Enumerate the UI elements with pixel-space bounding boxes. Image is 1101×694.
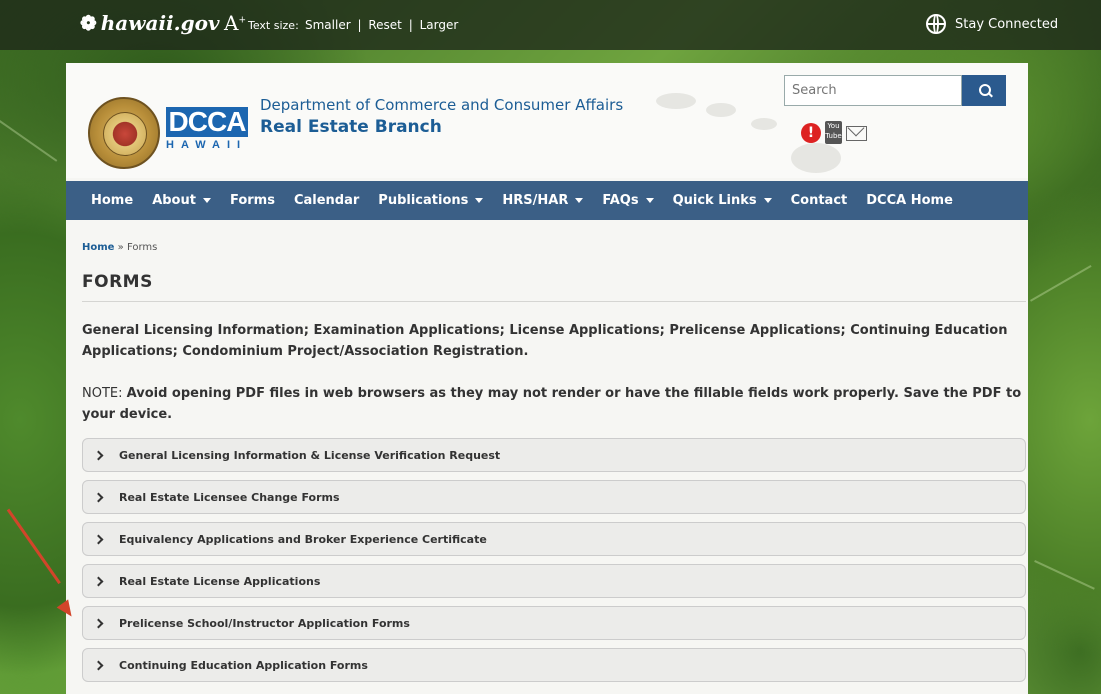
- chevron-right-icon: [93, 450, 104, 460]
- islands-map-decoration: [791, 143, 841, 173]
- leaf-vein-decoration: [1030, 265, 1092, 302]
- dcca-logo-subtext: HAWAII: [166, 139, 248, 151]
- nav-item-label: Forms: [229, 193, 275, 208]
- text-larger-link[interactable]: Larger: [420, 18, 459, 32]
- stay-connected-link[interactable]: Stay Connected: [926, 14, 1058, 34]
- hibiscus-icon: ❁: [80, 11, 97, 35]
- dcca-logo[interactable]: DCCA: [166, 107, 248, 137]
- hawaii-gov-logo[interactable]: ❁ hawaii.gov: [80, 11, 220, 35]
- forms-accordion: General Licensing Information & License …: [82, 438, 1026, 690]
- nav-item-hrs-har[interactable]: HRS/HAR: [502, 193, 584, 208]
- accordion-item-label: Prelicense School/Instructor Application…: [119, 616, 410, 630]
- chevron-right-icon: [93, 660, 104, 670]
- nav-item-contact[interactable]: Contact: [791, 193, 848, 208]
- nav-item-label: About: [152, 193, 196, 208]
- leaf-vein-decoration: [0, 120, 58, 162]
- breadcrumb-current: Forms: [126, 242, 158, 253]
- caret-down-icon: [202, 198, 211, 203]
- accordion-item-label: Real Estate License Applications: [119, 574, 321, 588]
- nav-item-label: DCCA Home: [866, 193, 953, 208]
- divider: [82, 301, 1026, 302]
- accordion-item[interactable]: Continuing Education Application Forms: [82, 648, 1026, 682]
- accordion-item[interactable]: Equivalency Applications and Broker Expe…: [82, 522, 1026, 556]
- nav-item-label: Contact: [790, 193, 848, 208]
- nav-item-calendar[interactable]: Calendar: [294, 193, 359, 208]
- islands-map-decoration: [751, 118, 777, 130]
- state-seal-logo: [88, 97, 160, 169]
- separator: |: [357, 18, 362, 32]
- youtube-icon[interactable]: You Tube: [825, 121, 842, 144]
- annotation-arrow: [6, 508, 61, 585]
- nav-item-label: Publications: [378, 193, 469, 208]
- chevron-right-icon: [93, 492, 104, 502]
- islands-map-decoration: [706, 103, 736, 117]
- separator: |: [408, 18, 413, 32]
- accordion-item-label: General Licensing Information & License …: [119, 448, 501, 462]
- nav-item-forms[interactable]: Forms: [230, 193, 275, 208]
- branch-title[interactable]: Real Estate Branch: [260, 117, 442, 137]
- accordion-item-label: Real Estate Licensee Change Forms: [119, 490, 340, 504]
- chevron-right-icon: [93, 534, 104, 544]
- islands-map-decoration: [656, 93, 696, 109]
- nav-item-label: FAQs: [602, 193, 639, 208]
- main-panel: DCCA HAWAII Department of Commerce and C…: [66, 63, 1028, 694]
- intro-text: General Licensing Information; Examinati…: [82, 323, 1008, 359]
- nav-item-quick-links[interactable]: Quick Links: [673, 193, 772, 208]
- accordion-item-label: Equivalency Applications and Broker Expe…: [119, 532, 487, 546]
- text-reset-link[interactable]: Reset: [368, 18, 402, 32]
- stay-connected-label: Stay Connected: [955, 16, 1059, 32]
- alert-icon[interactable]: !: [801, 123, 821, 143]
- nav-item-about[interactable]: About: [152, 193, 211, 208]
- caret-down-icon: [475, 198, 484, 203]
- accordion-item[interactable]: Real Estate Licensee Change Forms: [82, 480, 1026, 514]
- note-body: Avoid opening PDF files in web browsers …: [82, 386, 1022, 422]
- mail-icon[interactable]: [846, 126, 867, 141]
- text-size-label: Text size:: [248, 19, 299, 32]
- text-size-links: Smaller | Reset | Larger: [305, 18, 458, 32]
- main-nav: Home About Forms Calendar Publications HRS/HA…: [66, 181, 1028, 220]
- site-header: DCCA HAWAII Department of Commerce and C…: [66, 63, 1028, 178]
- search-input[interactable]: [784, 75, 962, 106]
- nav-item-publications[interactable]: Publications: [378, 193, 484, 208]
- nav-item-label: Quick Links: [672, 193, 757, 208]
- nav-item-faqs[interactable]: FAQs: [602, 193, 654, 208]
- breadcrumb: Home » Forms: [82, 242, 157, 253]
- text-smaller-link[interactable]: Smaller: [305, 18, 351, 32]
- chevron-right-icon: [93, 618, 104, 628]
- globe-icon: [926, 14, 946, 34]
- accordion-item-label: Continuing Education Application Forms: [119, 658, 368, 672]
- nav-item-label: Home: [91, 193, 134, 208]
- nav-item-label: HRS/HAR: [502, 193, 569, 208]
- note-prefix: NOTE:: [82, 386, 123, 401]
- accordion-item[interactable]: Real Estate License Applications: [82, 564, 1026, 598]
- accordion-item[interactable]: Prelicense School/Instructor Application…: [82, 606, 1026, 640]
- nav-item-label: Calendar: [293, 193, 360, 208]
- top-bar: ❁ hawaii.gov A+ Text size: Smaller | Rese…: [0, 0, 1101, 50]
- chevron-right-icon: [93, 576, 104, 586]
- leaf-vein-decoration: [1034, 560, 1095, 590]
- department-title[interactable]: Department of Commerce and Consumer Affa…: [260, 96, 623, 114]
- page-title: FORMS: [82, 272, 153, 292]
- breadcrumb-separator: »: [117, 242, 124, 253]
- breadcrumb-home-link[interactable]: Home: [82, 242, 114, 253]
- caret-down-icon: [645, 198, 654, 203]
- accordion-item[interactable]: General Licensing Information & License …: [82, 438, 1026, 472]
- nav-item-dcca-home[interactable]: DCCA Home: [866, 193, 953, 208]
- caret-down-icon: [575, 198, 584, 203]
- text-size-icon: A+: [224, 11, 246, 35]
- caret-down-icon: [763, 198, 772, 203]
- nav-item-home[interactable]: Home: [91, 193, 133, 208]
- search-button[interactable]: [962, 75, 1006, 106]
- note-text: NOTE: Avoid opening PDF files in web bro…: [82, 383, 1022, 425]
